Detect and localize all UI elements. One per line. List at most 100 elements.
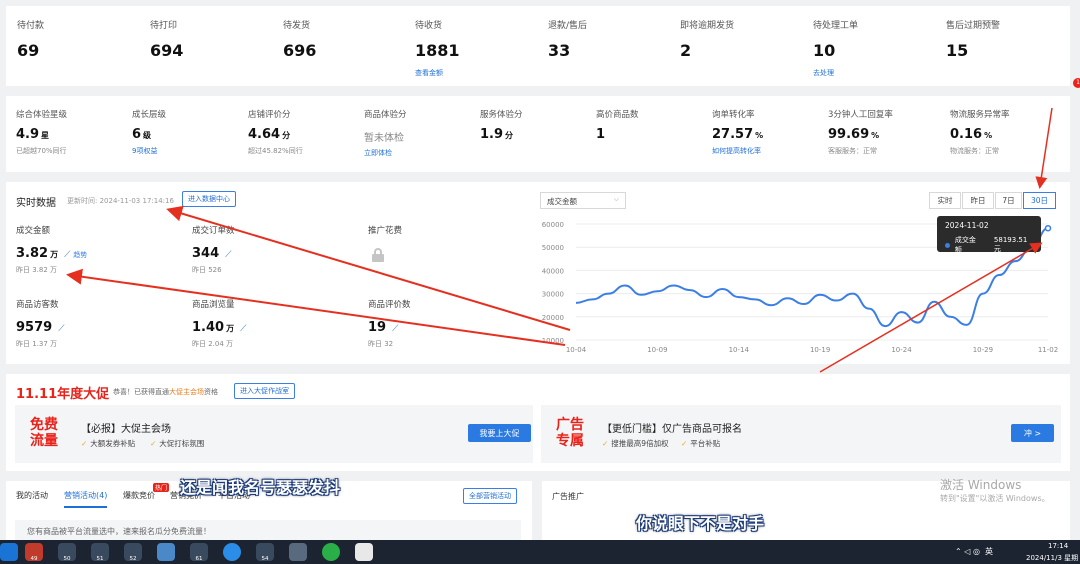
chart-tooltip: 2024-11-02 成交金额 58193.51元 xyxy=(937,216,1041,255)
rights-link[interactable]: 9项权益 xyxy=(132,146,166,156)
metric-inquiry-conversion[interactable]: 询单转化率 27.57% 如何提高转化率 xyxy=(712,108,763,156)
enter-strategy-room-button[interactable]: 进入大促作战室 xyxy=(234,383,295,399)
tooltip-row: 成交金额 58193.51元 xyxy=(945,235,1033,255)
enter-data-center-button[interactable]: 进入数据中心 xyxy=(182,191,236,207)
stat-value: 33 xyxy=(548,41,571,60)
y-tick-label: 50000 xyxy=(542,244,564,252)
trend-icon[interactable]: ⟋ xyxy=(392,324,398,334)
metric-service-experience[interactable]: 服务体验分 1.9 分 xyxy=(480,108,523,142)
handle-link[interactable]: 去处理 xyxy=(813,68,858,78)
windows-taskbar: 49 50 51 52 61 54 ⌃ ◁ ◎ 英 17:14 2024/11/… xyxy=(0,540,1080,564)
rt-orders[interactable]: 成交订单数 344 ⟋ 昨日 526 xyxy=(192,224,235,275)
metric-logistics-anomaly[interactable]: 物流服务异常率 0.16% 物流服务：正常 xyxy=(950,108,1010,156)
taskbar-app-3[interactable]: 51 xyxy=(91,543,109,562)
metric-high-price-products[interactable]: 高价商品数 1 xyxy=(596,108,639,142)
metric-number: 4.9 xyxy=(16,127,40,142)
update-time: 更新时间: 2024-11-03 17:14:16 xyxy=(67,197,174,205)
rt-ad-spend[interactable]: 推广花费 xyxy=(368,224,402,262)
k-app-icon[interactable] xyxy=(223,543,241,561)
stat-tickets[interactable]: 待处理工单 10 去处理 xyxy=(813,18,858,78)
shop-metrics-card: 综合体验星级 4.9 星已超越70%同行 成长层级 6 级 9项权益 店铺评价分 4.64 分… xyxy=(6,96,1070,172)
perk: ✓ 平台补贴 xyxy=(681,438,720,449)
activation-watermark-sub: 转到"设置"以激活 Windows。 xyxy=(940,494,1050,503)
rt-label: 商品访客数 xyxy=(16,300,59,310)
rt-reviews[interactable]: 商品评价数 19 ⟋ 昨日 32 xyxy=(368,298,411,349)
tab-marketing-activities[interactable]: 营销活动(4) xyxy=(64,490,108,508)
stat-pending-payment[interactable]: 待付款 69 xyxy=(17,18,44,60)
perk: ✓ 搜推最高9倍加权 xyxy=(602,438,669,449)
rush-button[interactable]: 冲 > xyxy=(1011,424,1054,442)
metric-shop-rating[interactable]: 店铺评价分 4.64 分超过45.82%同行 xyxy=(248,108,303,156)
stat-refund[interactable]: 退款/售后 33 xyxy=(548,18,587,60)
calculator-icon[interactable] xyxy=(289,543,307,561)
stat-pending-receive[interactable]: 待收货 1881 查看金额 xyxy=(415,18,460,78)
metric-label: 高价商品数 xyxy=(596,110,639,120)
trend-icon[interactable]: ⟋ xyxy=(58,324,64,334)
metric-reply-rate[interactable]: 3分钟人工回复率 99.69% 客服服务：正常 xyxy=(828,108,893,156)
rt-unit: 万 xyxy=(50,250,59,259)
rt-sub: 昨日 1.37 万 xyxy=(16,340,58,348)
wechat-icon[interactable] xyxy=(322,543,340,561)
video-subtitle-1: 还是闻我名号瑟瑟发抖 xyxy=(180,478,341,497)
range-yesterday[interactable]: 昨日 xyxy=(962,192,994,209)
all-marketing-activities-button[interactable]: 全部营销活动 xyxy=(463,488,517,504)
taskbar-app-1[interactable]: 49 xyxy=(25,543,43,562)
trend-icon[interactable]: ⟋ 趋势 xyxy=(64,250,87,260)
metric-growth-level[interactable]: 成长层级 6 级 9项权益 xyxy=(132,108,166,156)
metric-unit: 分 xyxy=(282,131,291,140)
check-now-link[interactable]: 立即体检 xyxy=(364,148,407,158)
rt-gmv[interactable]: 成交金额 3.82 万 ⟋ 趋势 昨日 3.82 万 xyxy=(16,224,87,275)
taskbar-app-2[interactable]: 50 xyxy=(58,543,76,562)
free-traffic-badge: 免费流量 xyxy=(30,417,58,449)
perk: ✓ 大促打标氛围 xyxy=(150,438,204,449)
stat-aftersale-warning[interactable]: 售后过期预警 15 xyxy=(946,18,1000,60)
join-promo-button[interactable]: 我要上大促 xyxy=(468,424,531,442)
rt-number: 344 xyxy=(192,246,220,261)
rt-label: 商品评价数 xyxy=(368,300,411,310)
trend-icon[interactable]: ⟋ xyxy=(225,250,231,260)
taskbar-app-4[interactable]: 52 xyxy=(124,543,142,562)
tray-icons[interactable]: ⌃ ◁ ◎ xyxy=(955,547,980,556)
x-tick-label: 10-19 xyxy=(810,346,830,354)
check-icon: ✓ xyxy=(81,439,88,448)
trend-icon[interactable]: ⟋ xyxy=(240,324,246,334)
metric-select[interactable]: 成交金额 ⌵ xyxy=(540,192,626,209)
promo-free-traffic: 免费流量 【必报】大促主会场 ✓ 大额发券补贴 ✓ 大促打标氛围 我要上大促 xyxy=(15,405,533,463)
tooltip-value: 58193.51元 xyxy=(993,236,1028,253)
tab-hot-bidding[interactable]: 爆款竞价 xyxy=(123,490,155,501)
rt-pageviews[interactable]: 商品浏览量 1.40 万 ⟋ 昨日 2.04 万 xyxy=(192,298,246,349)
clock-time[interactable]: 17:14 xyxy=(1048,542,1068,550)
stat-label: 待打印 xyxy=(150,21,178,31)
taskbar-app-6[interactable]: 61 xyxy=(190,543,208,562)
stat-value: 696 xyxy=(283,41,317,60)
notification-dot[interactable]: 1 xyxy=(1073,78,1080,88)
promo-ad-exclusive: 广告专属 【更低门槛】仅广告商品可报名 ✓ 搜推最高9倍加权 ✓ 平台补贴 冲 > xyxy=(541,405,1061,463)
rt-visitors[interactable]: 商品访客数 9579 ⟋ 昨日 1.37 万 xyxy=(16,298,65,349)
taskbar-app-8[interactable]: 54 xyxy=(256,543,274,562)
start-icon[interactable] xyxy=(0,543,18,561)
notepad-icon[interactable] xyxy=(157,543,175,561)
metric-experience-star[interactable]: 综合体验星级 4.9 星已超越70%同行 xyxy=(16,108,67,156)
range-7d[interactable]: 7日 xyxy=(995,192,1022,209)
tab-my-activities[interactable]: 我的活动 xyxy=(16,490,48,501)
metric-unit: 级 xyxy=(143,131,152,140)
improve-conversion-link[interactable]: 如何提高转化率 xyxy=(712,146,763,156)
ime-indicator[interactable]: 英 xyxy=(985,546,993,557)
metric-product-experience[interactable]: 商品体验分 暂未体检 立即体检 xyxy=(364,108,407,158)
metric-value: 4.9 星 xyxy=(16,127,67,142)
lock-icon xyxy=(371,248,385,262)
clock-date[interactable]: 2024/11/3 星期 xyxy=(1026,553,1078,563)
stat-overdue-ship[interactable]: 即将逾期发货 2 xyxy=(680,18,734,60)
stat-pending-print[interactable]: 待打印 694 xyxy=(150,18,183,60)
rt-value: 19 ⟋ xyxy=(368,320,411,335)
qq-icon[interactable] xyxy=(355,543,373,561)
realtime-title: 实时数据 xyxy=(16,198,56,209)
range-30d[interactable]: 30日 xyxy=(1023,192,1056,209)
view-amount-link[interactable]: 查看金额 xyxy=(415,68,460,78)
stat-label: 待收货 xyxy=(415,21,443,31)
range-realtime[interactable]: 实时 xyxy=(929,192,961,209)
rt-label: 成交金额 xyxy=(16,226,51,236)
rt-value: 1.40 万 ⟋ xyxy=(192,320,246,335)
stat-pending-ship[interactable]: 待发货 696 xyxy=(283,18,316,60)
metric-value: 4.64 分 xyxy=(248,127,303,142)
